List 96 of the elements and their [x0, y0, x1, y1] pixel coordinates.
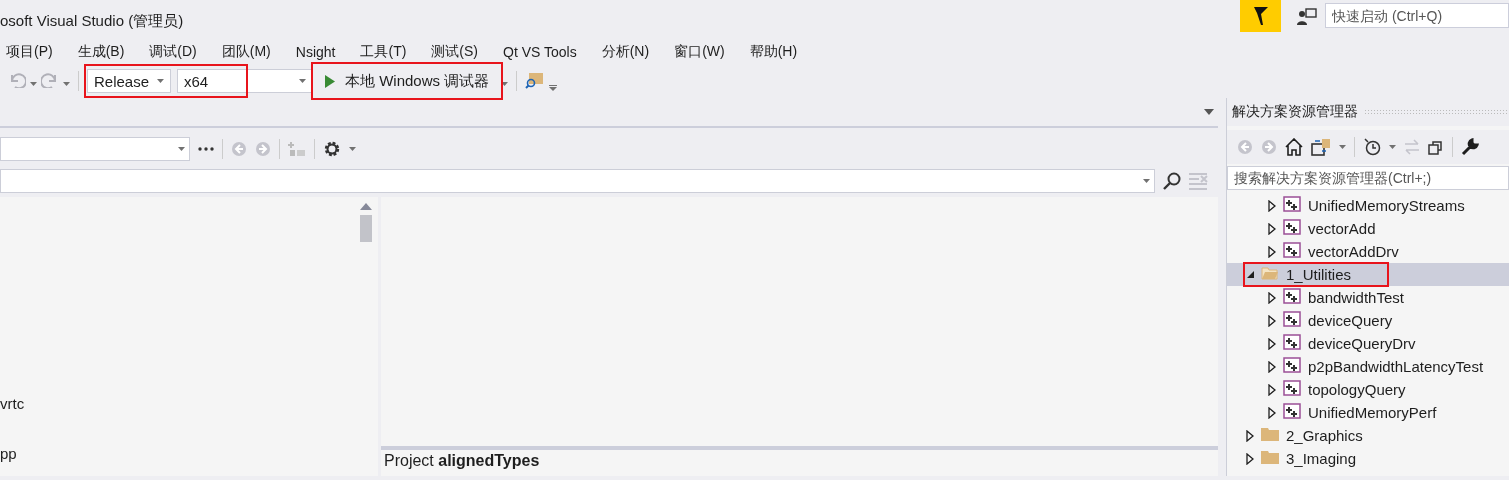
open-folder-icon — [1261, 267, 1279, 280]
notification-flag-button[interactable] — [1240, 0, 1281, 32]
expanded-arrow-icon[interactable] — [1246, 271, 1254, 278]
tree-row[interactable]: bandwidthTest — [1227, 286, 1509, 309]
collapsed-arrow-icon[interactable] — [1246, 452, 1254, 465]
tab-list-dropdown-icon[interactable] — [1204, 109, 1214, 115]
caret-icon — [1339, 145, 1346, 149]
settings-icon[interactable] — [323, 140, 341, 158]
menu-item[interactable]: 调试(D) — [149, 43, 209, 61]
tree-item-label[interactable]: topologyQuery — [1308, 381, 1406, 398]
caret-icon — [501, 82, 509, 86]
wrench-icon[interactable] — [1461, 138, 1479, 156]
caret-icon — [299, 79, 306, 83]
tree-item-label[interactable]: deviceQuery — [1308, 312, 1393, 329]
project-icon — [1283, 334, 1301, 350]
tree-row[interactable]: vectorAdd — [1227, 217, 1509, 240]
tree-item-label[interactable]: 2_Graphics — [1286, 427, 1363, 444]
run-debugger-button[interactable]: 本地 Windows 调试器 — [317, 68, 498, 94]
window-title: osoft Visual Studio (管理员) — [0, 12, 184, 31]
collapsed-arrow-icon[interactable] — [1268, 337, 1276, 350]
find-in-files-icon[interactable] — [525, 70, 546, 89]
collapsed-arrow-icon[interactable] — [1246, 429, 1254, 442]
tree-item-label[interactable]: 1_Utilities — [1286, 266, 1352, 283]
caret-icon — [157, 79, 164, 83]
caret-icon — [349, 147, 356, 151]
menu-item[interactable]: Nsight — [295, 44, 348, 60]
tree-row[interactable]: deviceQuery — [1227, 309, 1509, 332]
tree-row[interactable]: UnifiedMemoryPerf — [1227, 401, 1509, 424]
sync-views-icon[interactable] — [1311, 138, 1331, 156]
menu-item[interactable]: 生成(B) — [77, 43, 137, 61]
collapsed-arrow-icon[interactable] — [1268, 383, 1276, 396]
collapsed-arrow-icon[interactable] — [1268, 406, 1276, 419]
scroll-up-icon[interactable] — [360, 203, 372, 210]
project-icon — [1283, 288, 1301, 304]
overflow-icon[interactable] — [549, 85, 558, 91]
copy-windows-icon[interactable] — [1428, 139, 1444, 155]
flag-icon — [1253, 7, 1268, 25]
project-icon — [1283, 219, 1301, 235]
tree-row[interactable]: 2_Graphics — [1227, 424, 1509, 447]
home-icon[interactable] — [1285, 138, 1303, 156]
code-fragment: pp — [0, 444, 18, 464]
panel-title: 解决方案资源管理器 — [1232, 103, 1358, 121]
search-field[interactable]: 搜索解决方案资源管理器(Ctrl+;) — [1227, 166, 1509, 190]
caret-icon — [1143, 179, 1150, 183]
tree-row[interactable]: 1_Utilities — [1227, 263, 1509, 286]
configuration-dropdown[interactable]: Release — [87, 69, 171, 93]
project-heading: Project alignedTypes — [381, 446, 1218, 476]
menu-item[interactable]: Qt VS Tools — [503, 44, 589, 60]
menu-item[interactable]: 团队(M) — [221, 43, 283, 61]
caret-icon — [63, 82, 70, 86]
platform-dropdown[interactable]: x64 — [177, 69, 313, 93]
folder-icon — [1261, 427, 1279, 441]
caret-icon — [30, 82, 37, 86]
collapsed-arrow-icon[interactable] — [1268, 360, 1276, 373]
collapsed-arrow-icon[interactable] — [1268, 314, 1276, 327]
menu-item[interactable]: 工具(T) — [360, 43, 419, 61]
caret-icon — [178, 147, 185, 151]
tree-item-label[interactable]: p2pBandwidthLatencyTest — [1308, 358, 1484, 375]
code-fragment: vrtc — [0, 394, 26, 414]
caret-icon — [1389, 145, 1396, 149]
tree-row[interactable]: p2pBandwidthLatencyTest — [1227, 355, 1509, 378]
tree-item-label[interactable]: UnifiedMemoryPerf — [1308, 404, 1437, 421]
play-icon — [325, 74, 335, 88]
quick-launch-field[interactable]: 快速启动 (Ctrl+Q) — [1325, 3, 1509, 28]
tree-row[interactable]: vectorAddDrv — [1227, 240, 1509, 263]
history-clock-icon[interactable] — [1363, 138, 1381, 156]
tree-item-label[interactable]: vectorAddDrv — [1308, 243, 1399, 260]
menu-item[interactable]: 项目(P) — [6, 43, 65, 61]
collapsed-arrow-icon[interactable] — [1268, 222, 1276, 235]
scrollbar-thumb[interactable] — [360, 215, 372, 242]
tree-item-label[interactable]: deviceQueryDrv — [1308, 335, 1416, 352]
tree-item-label[interactable]: 3_Imaging — [1286, 450, 1357, 467]
folder-icon — [1261, 450, 1279, 464]
collapsed-arrow-icon[interactable] — [1268, 291, 1276, 304]
project-icon — [1283, 242, 1301, 258]
tree-row[interactable]: topologyQuery — [1227, 378, 1509, 401]
tree-item-label[interactable]: vectorAdd — [1308, 220, 1376, 237]
project-icon — [1283, 403, 1301, 419]
tree-row[interactable]: deviceQueryDrv — [1227, 332, 1509, 355]
project-icon — [1283, 357, 1301, 373]
tree-item-label[interactable]: UnifiedMemoryStreams — [1308, 197, 1465, 214]
project-icon — [1283, 196, 1301, 212]
project-icon — [1283, 380, 1301, 396]
menu-item[interactable]: 分析(N) — [601, 43, 662, 61]
more-icon[interactable] — [198, 147, 214, 151]
collapsed-arrow-icon[interactable] — [1268, 245, 1276, 258]
tree-item-label[interactable]: bandwidthTest — [1308, 289, 1404, 306]
feedback-icon[interactable] — [1297, 8, 1317, 26]
menu-item[interactable]: 测试(S) — [431, 43, 491, 61]
menu-item[interactable]: 帮助(H) — [749, 43, 810, 61]
menu-item[interactable]: 窗口(W) — [674, 43, 737, 61]
tree-row[interactable]: 3_Imaging — [1227, 447, 1509, 470]
project-icon — [1283, 311, 1301, 327]
search-icon[interactable] — [1163, 172, 1181, 190]
collapsed-arrow-icon[interactable] — [1268, 199, 1276, 212]
tree-row[interactable]: UnifiedMemoryStreams — [1227, 194, 1509, 217]
